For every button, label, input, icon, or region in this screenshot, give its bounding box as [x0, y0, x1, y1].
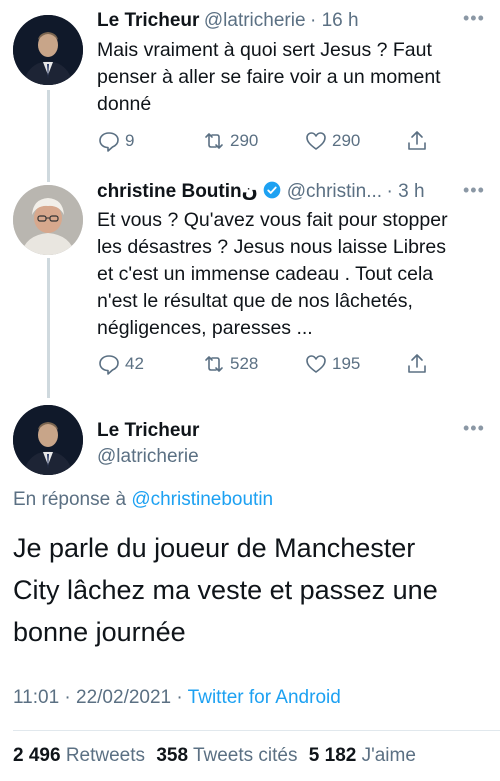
author-name[interactable]: Le Tricheur [97, 420, 199, 442]
like-button[interactable]: 290 [304, 129, 360, 153]
reply-icon [99, 132, 119, 152]
tweet-meta: 11:01 · 22/02/2021 · Twitter for Android [13, 687, 341, 709]
likes-stat[interactable]: 5 182 J'aime [309, 745, 416, 766]
tweet-text-line: City lâchez ma veste et passez une [13, 575, 438, 605]
verified-badge-icon [263, 181, 281, 199]
share-icon [408, 354, 426, 373]
likes-label: J'aime [361, 745, 416, 766]
retweets-label: Retweets [65, 745, 146, 766]
share-button[interactable] [405, 352, 429, 376]
reply-count: 9 [125, 131, 135, 150]
tweet-text-line: Et vous ? Qu'avez vous fait pour stopper [97, 209, 448, 231]
more-icon[interactable]: ••• [463, 418, 485, 439]
more-icon[interactable]: ••• [463, 8, 485, 29]
tweet-text-line: Je parle du joueur de Manchester [13, 533, 416, 563]
retweet-icon [205, 133, 223, 149]
quotes-label: Tweets cités [192, 745, 298, 766]
author-handle[interactable]: @christin... [287, 181, 382, 202]
tweet-text-line: donné [97, 93, 152, 115]
main-tweet-text: Je parle du joueur de Manchester City lâ… [13, 527, 493, 653]
tweet-text: Mais vraiment à quoi sert Jesus ? Faut p… [97, 37, 492, 118]
tweet-actions: 42 528 195 [97, 352, 437, 382]
reply-button[interactable]: 9 [97, 129, 134, 153]
like-button[interactable]: 195 [304, 352, 360, 376]
avatar[interactable] [13, 405, 83, 475]
like-count: 290 [332, 131, 361, 150]
retweet-button[interactable]: 290 [202, 129, 258, 153]
author-handle[interactable]: @latricherie [97, 446, 199, 468]
tweet-text-line: penser à aller se faire voir a un moment [97, 66, 441, 88]
tweet-text-line: et c'est un immense cadeau . Tout cela [97, 263, 434, 285]
retweets-stat[interactable]: 2 496 Retweets [13, 745, 150, 766]
thread-line [47, 90, 50, 182]
avatar[interactable] [13, 15, 83, 85]
tweet-text-line: Mais vraiment à quoi sert Jesus ? Faut [97, 39, 432, 61]
quotes-stat[interactable]: 358 Tweets cités [156, 745, 302, 766]
reply-prefix: En réponse à [13, 489, 127, 510]
reply-context: En réponse à @christineboutin [13, 489, 273, 511]
tweet-time[interactable]: · 3 h [387, 181, 425, 202]
tweet-actions: 9 290 290 [97, 129, 437, 159]
retweet-count: 290 [230, 131, 259, 150]
author-name[interactable]: christine Boutinن [97, 181, 258, 202]
likes-count: 5 182 [308, 745, 357, 766]
quotes-count: 358 [156, 745, 189, 766]
retweets-count: 2 496 [13, 745, 61, 766]
like-icon [306, 355, 326, 373]
tweet-text: Et vous ? Qu'avez vous fait pour stopper… [97, 207, 495, 342]
retweet-icon [205, 356, 223, 372]
reply-to-link[interactable]: @christineboutin [131, 489, 273, 510]
author-name[interactable]: Le Tricheur [97, 10, 199, 31]
tweet-text-line: négligences, paresses ... [97, 317, 313, 339]
tweet-text-line: les désastres ? Jesus nous laisse Libres [97, 236, 447, 258]
tweet-source-link[interactable]: Twitter for Android [188, 687, 341, 708]
divider [13, 730, 500, 731]
thread-line [47, 258, 50, 398]
tweet-time[interactable]: · 16 h [310, 10, 359, 31]
retweet-count: 528 [230, 354, 259, 373]
like-icon [306, 132, 326, 150]
reply-button[interactable]: 42 [97, 352, 144, 376]
author-handle[interactable]: @latricherie [204, 10, 306, 31]
like-count: 195 [332, 354, 361, 373]
tweet-text-line: n'est le résultat que de nos lâchetés, [97, 290, 413, 312]
tweet-text-line: bonne journée [13, 617, 186, 647]
engagement-stats: 2 496 Retweets 358 Tweets cités 5 182 J'… [13, 745, 416, 767]
reply-icon [99, 355, 119, 375]
share-button[interactable] [405, 129, 429, 153]
avatar[interactable] [13, 185, 83, 255]
tweet-timestamp[interactable]: 11:01 · 22/02/2021 · [13, 687, 183, 708]
more-icon[interactable]: ••• [463, 180, 485, 201]
retweet-button[interactable]: 528 [202, 352, 258, 376]
reply-count: 42 [125, 354, 144, 373]
share-icon [408, 131, 426, 150]
